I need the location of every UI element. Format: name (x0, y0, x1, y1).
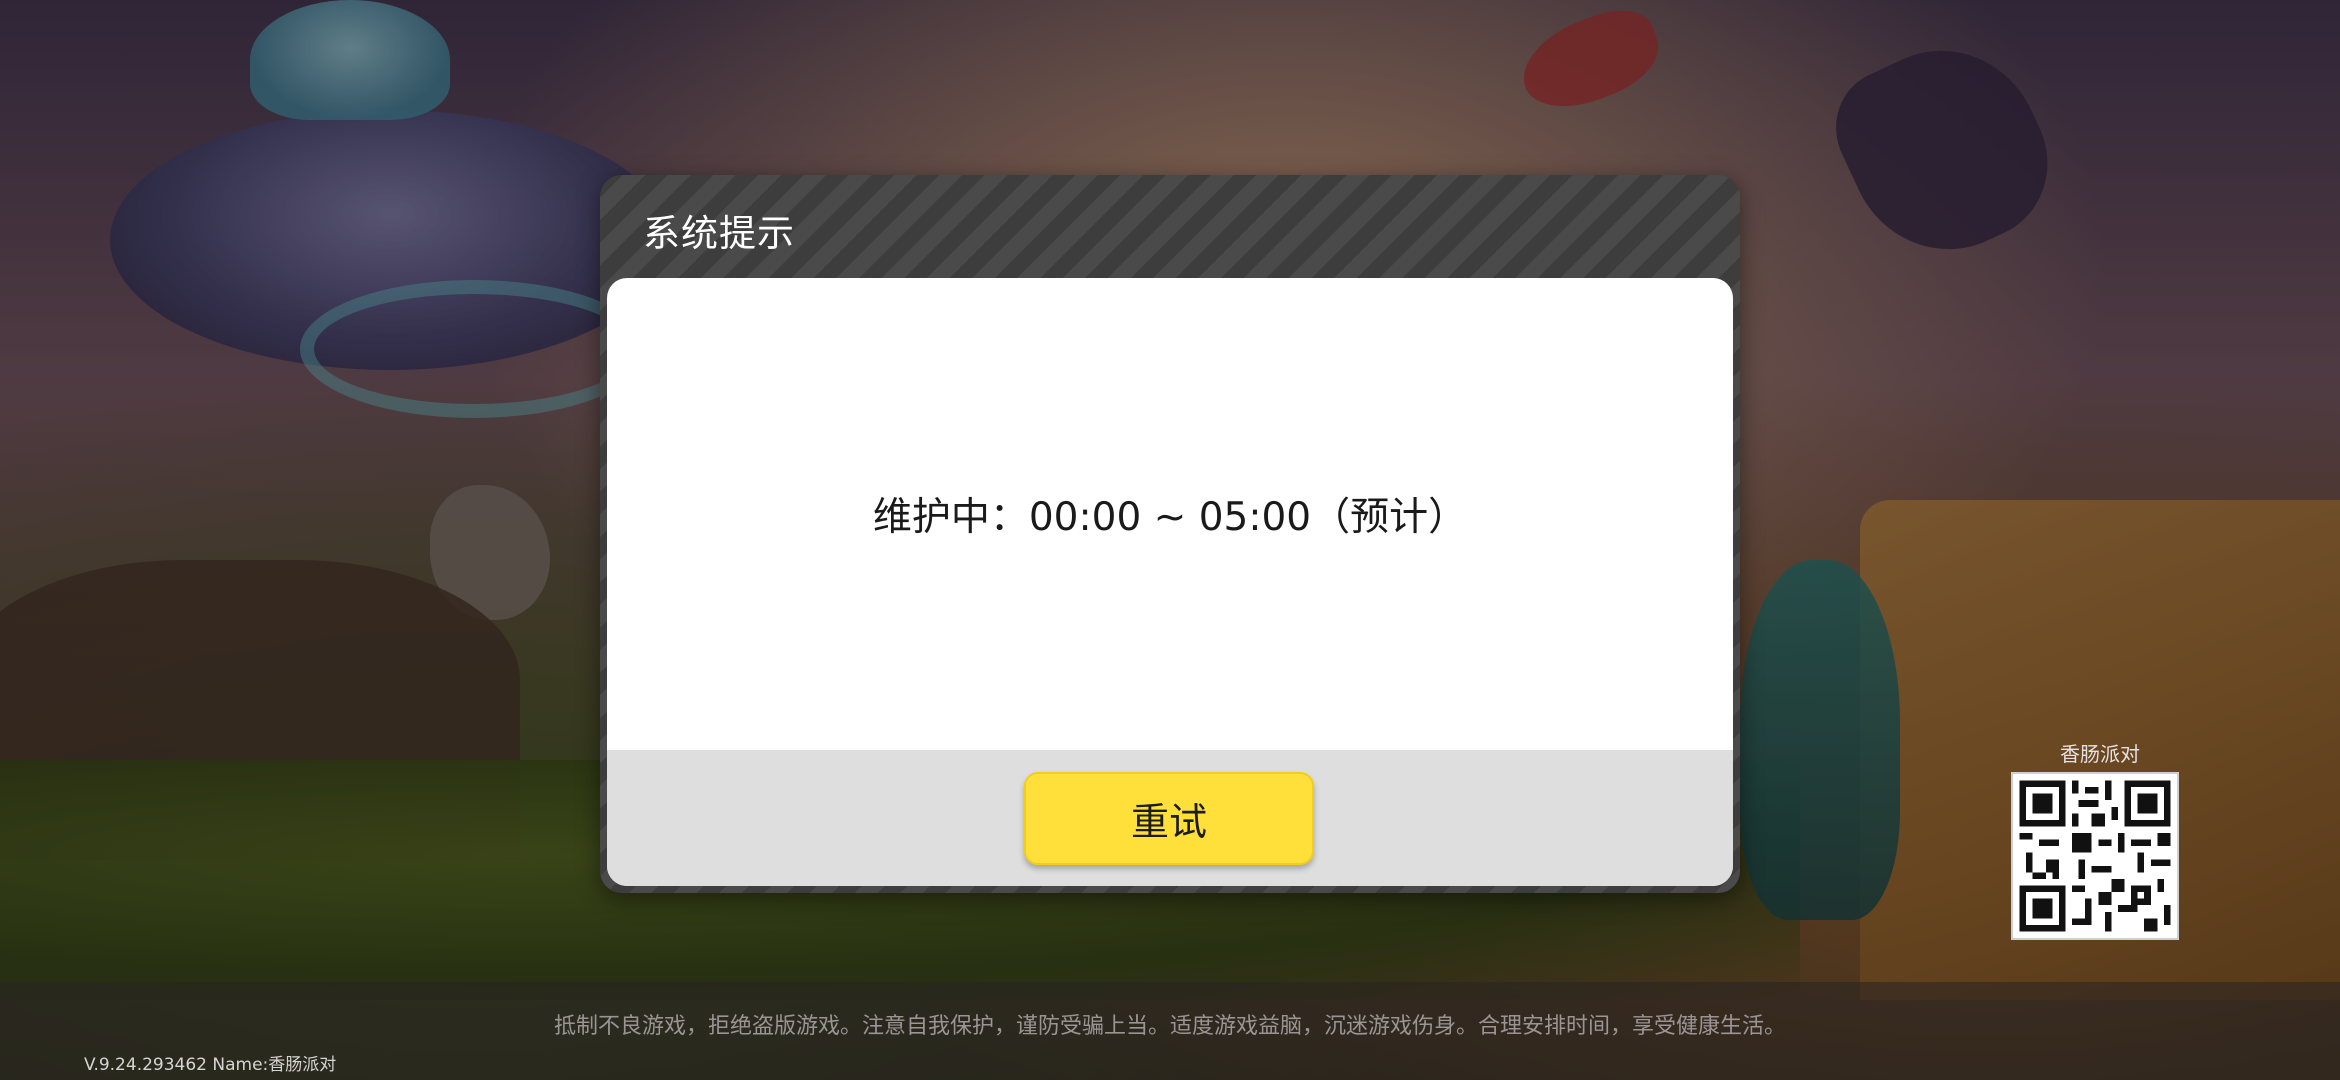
retry-button[interactable]: 重试 (1024, 772, 1314, 865)
maintenance-message: 维护中：00:00 ~ 05:00（预计） (872, 495, 1468, 540)
dialog-title: 系统提示 (643, 212, 795, 255)
game-background-scene: 系统提示 维护中：00:00 ~ 05:00（预计） 重试 香肠派对 抵制不良游… (0, 0, 2340, 1080)
system-notice-dialog: 系统提示 维护中：00:00 ~ 05:00（预计） 重试 (600, 175, 1740, 893)
dialog-body: 维护中：00:00 ~ 05:00（预计） 重试 (607, 278, 1733, 886)
dialog-footer: 重试 (607, 750, 1733, 886)
health-gaming-notice: 抵制不良游戏，拒绝盗版游戏。注意自我保护，谨防受骗上当。适度游戏益脑，沉迷游戏伤… (553, 1014, 1786, 1039)
qr-code-icon (2011, 772, 2179, 940)
version-label: V.9.24.293462 Name:香肠派对 (84, 1055, 337, 1075)
qr-code-label: 香肠派对 (2060, 742, 2140, 766)
